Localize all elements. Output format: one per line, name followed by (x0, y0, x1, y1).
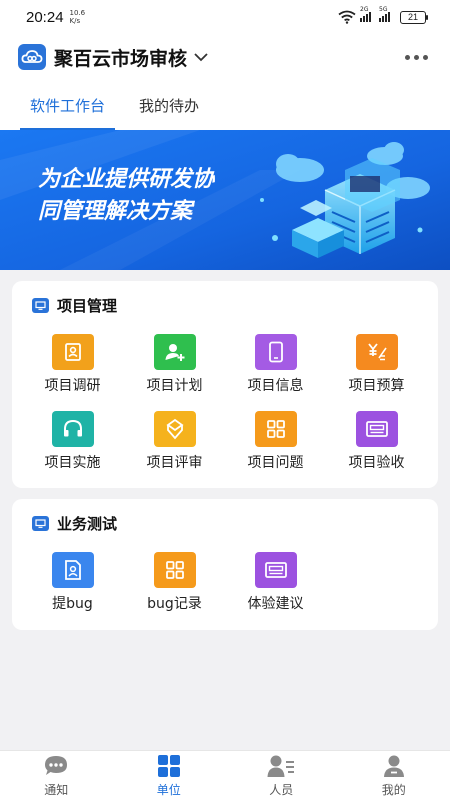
item-experience-suggestions[interactable]: 体验建议 (225, 552, 326, 613)
nav-unit[interactable]: 单位 (113, 751, 226, 800)
signal-sim2-icon: 5G (379, 6, 390, 22)
item-project-plan[interactable]: 项目计划 (124, 334, 225, 395)
item-project-info[interactable]: 项目信息 (225, 334, 326, 395)
research-icon (51, 334, 94, 370)
review-icon (153, 411, 196, 447)
doc-person-icon (51, 552, 94, 588)
nav-people[interactable]: 人员 (225, 751, 338, 800)
grid-icon (254, 411, 297, 447)
more-options-button[interactable] (401, 49, 432, 66)
apps-grid-icon (157, 753, 181, 779)
nav-notifications[interactable]: 通知 (0, 751, 113, 800)
status-time: 20:24 (26, 8, 64, 26)
network-speed: 10.6 K/s (69, 9, 86, 25)
bottom-nav: 通知 单位 人员 我的 (0, 750, 450, 800)
tab-my-todo[interactable]: 我的待办 (129, 80, 209, 130)
app-header: 聚百云市场审核 (0, 34, 450, 80)
user-plus-icon (153, 334, 196, 370)
battery-icon: 21 (400, 10, 428, 24)
nav-me[interactable]: 我的 (338, 751, 450, 800)
id-card-icon (254, 552, 297, 588)
tab-software-workbench[interactable]: 软件工作台 (20, 80, 116, 130)
item-project-review[interactable]: 项目评审 (124, 411, 225, 472)
signal-sim1-icon: 2G (360, 6, 371, 22)
item-project-budget[interactable]: 项目预算 (326, 334, 427, 395)
item-project-acceptance[interactable]: 项目验收 (326, 411, 427, 472)
item-submit-bug[interactable]: 提bug (22, 552, 123, 613)
project-management-card: 项目管理 项目调研 项目计划 项目信息 项目预算 项目实施 项目评审 项目问题 … (12, 281, 438, 488)
phone-icon (254, 334, 297, 370)
card-title: 项目管理 (57, 297, 118, 315)
card-header: 业务测试 (32, 513, 117, 534)
chevron-down-icon[interactable] (193, 52, 209, 62)
app-title[interactable]: 聚百云市场审核 (54, 44, 187, 71)
banner-line-2: 同管理解决方案 (38, 198, 196, 224)
item-bug-records[interactable]: bug记录 (124, 552, 225, 613)
item-project-research[interactable]: 项目调研 (22, 334, 123, 395)
card-header: 项目管理 (32, 295, 117, 316)
banner-line-1: 为企业提供研发协 (38, 166, 216, 192)
card-title: 业务测试 (57, 515, 118, 533)
headset-icon (51, 411, 94, 447)
chat-bubble-icon (43, 753, 69, 779)
id-card-icon (355, 411, 398, 447)
monitor-icon (32, 298, 49, 313)
cloud-logo-icon (18, 44, 46, 70)
user-profile-icon (382, 753, 406, 779)
grid-icon (153, 552, 196, 588)
status-bar: 20:24 10.6 K/s 2G 5G 21 (0, 0, 450, 34)
user-list-icon (267, 753, 295, 779)
tab-bar: 软件工作台 我的待办 (0, 80, 450, 130)
budget-icon (355, 334, 398, 370)
wifi-icon (338, 10, 356, 24)
promo-banner[interactable]: 为企业提供研发协 同管理解决方案 (0, 130, 450, 270)
business-test-card: 业务测试 提bug bug记录 体验建议 (12, 499, 438, 630)
item-project-implementation[interactable]: 项目实施 (22, 411, 123, 472)
item-project-issues[interactable]: 项目问题 (225, 411, 326, 472)
monitor-icon (32, 516, 49, 531)
